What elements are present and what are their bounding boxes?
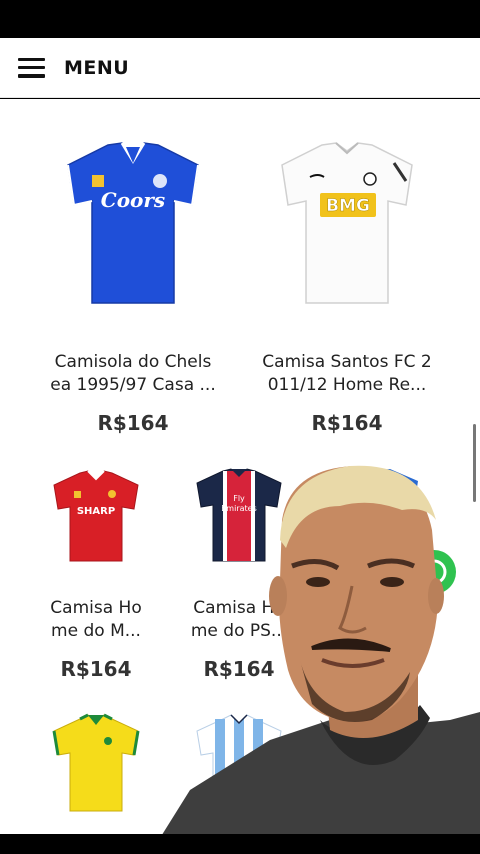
psg-shirt-image: Fly Emirates (196, 468, 282, 562)
product-price: R$164 (203, 657, 275, 681)
product-name[interactable]: Camisa Ho me do PS... (183, 597, 295, 643)
product-card-manchester-united[interactable]: SHARP Camisa Ho me do M... R$164 (40, 467, 152, 697)
product-price: R$164 (97, 411, 169, 435)
product-name[interactable]: Camisa Santos FC 2 011/12 Home Re... (254, 351, 440, 397)
product-grid: Coors Camisola do Chels ea 1995/97 Casa … (0, 99, 480, 834)
argentina-shirt-image (196, 714, 282, 812)
hamburger-icon (18, 57, 45, 78)
product-name[interactable]: Camisa Ho me do M... (40, 597, 152, 643)
product-card-argentina[interactable] (183, 711, 295, 821)
chelsea-shirt-image: Coors (67, 142, 199, 304)
product-price: R$164 (311, 411, 383, 435)
product-name[interactable]: Camisola do Chels ea 1995/97 Casa ... (40, 351, 226, 397)
santos-shirt-image: BMG (281, 142, 413, 304)
scrollbar-thumb[interactable] (473, 424, 476, 502)
menu-button[interactable]: MENU (18, 57, 129, 79)
psg-sponsor-text-1: Fly (233, 494, 245, 503)
chelsea-sponsor-text: Coors (101, 188, 165, 212)
whatsapp-icon[interactable] (412, 544, 456, 600)
product-price: R$164 (60, 657, 132, 681)
santos-sponsor-text: BMG (326, 196, 370, 216)
site-header: MENU (0, 38, 480, 98)
psg-sponsor-text-2: Emirates (221, 504, 257, 513)
united-shirt-image: SHARP (53, 470, 139, 562)
product-card-chelsea[interactable]: Coors Camisola do Chels ea 1995/97 Casa … (40, 139, 226, 439)
bottom-bar (0, 834, 480, 854)
product-card-psg[interactable]: Fly Emirates Camisa Ho me do PS... R$164 (183, 467, 295, 697)
menu-label: MENU (64, 56, 130, 79)
status-bar (0, 0, 480, 38)
partial-shirt-image (370, 469, 418, 527)
product-card-brazil[interactable] (40, 711, 152, 821)
brazil-shirt-image (52, 713, 140, 812)
united-sponsor-text: SHARP (77, 506, 115, 517)
product-card-santos[interactable]: BMG Camisa Santos FC 2 011/12 Home Re...… (254, 139, 440, 439)
